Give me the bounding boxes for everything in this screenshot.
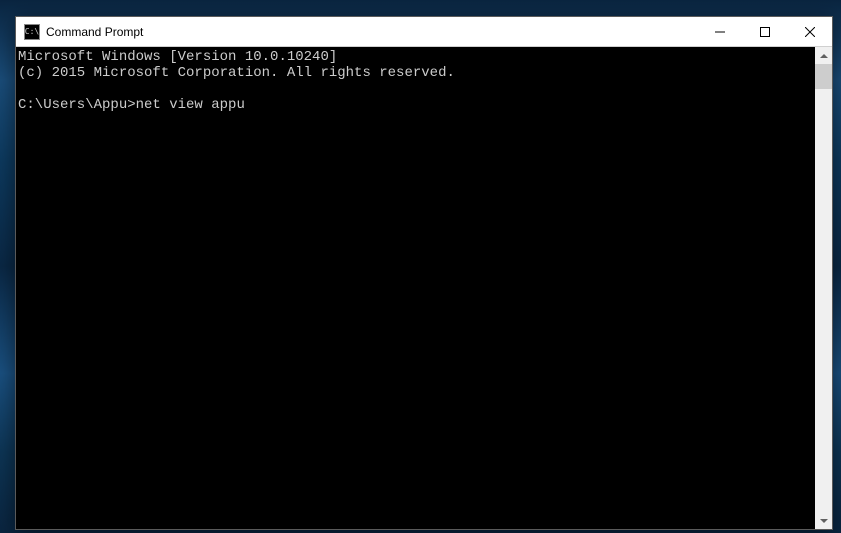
scroll-track[interactable]: [815, 64, 832, 512]
scroll-down-button[interactable]: [815, 512, 832, 529]
scroll-thumb[interactable]: [815, 64, 832, 89]
window-title: Command Prompt: [46, 25, 697, 39]
console-line: (c) 2015 Microsoft Corporation. All righ…: [18, 65, 455, 81]
close-icon: [805, 27, 815, 37]
window-controls: [697, 17, 832, 46]
command-prompt-window: C:\ Command Prompt Microsoft Wi: [15, 16, 833, 530]
minimize-button[interactable]: [697, 17, 742, 46]
chevron-down-icon: [820, 519, 828, 523]
cmd-icon: C:\: [25, 28, 39, 36]
chevron-up-icon: [820, 54, 828, 58]
console-output[interactable]: Microsoft Windows [Version 10.0.10240] (…: [16, 47, 815, 529]
vertical-scrollbar[interactable]: [815, 47, 832, 529]
close-button[interactable]: [787, 17, 832, 46]
console-area: Microsoft Windows [Version 10.0.10240] (…: [16, 47, 832, 529]
console-line: Microsoft Windows [Version 10.0.10240]: [18, 49, 337, 65]
maximize-button[interactable]: [742, 17, 787, 46]
scroll-up-button[interactable]: [815, 47, 832, 64]
app-icon: C:\: [24, 24, 40, 40]
titlebar[interactable]: C:\ Command Prompt: [16, 17, 832, 47]
maximize-icon: [760, 27, 770, 37]
minimize-icon: [715, 27, 725, 37]
console-command: net view appu: [136, 97, 245, 113]
console-prompt: C:\Users\Appu>: [18, 97, 136, 113]
